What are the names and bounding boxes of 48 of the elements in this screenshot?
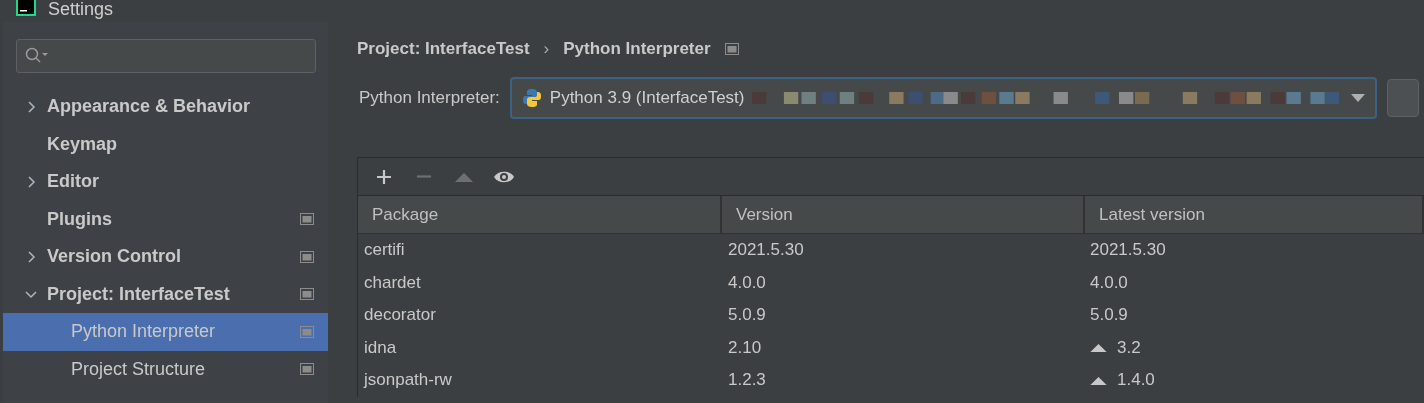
chevron-down-icon[interactable] — [25, 288, 37, 301]
table-cell-text: decorator — [363, 305, 437, 326]
search-field[interactable] — [16, 39, 316, 73]
sidebar-item[interactable]: Python Interpreter — [3, 313, 328, 351]
upgrade-arrow-icon — [1090, 375, 1107, 385]
table-cell-text: 1.2.3 — [727, 370, 767, 391]
column-header[interactable]: Package — [358, 196, 722, 233]
table-cell-text: 4.0.0 — [727, 272, 767, 293]
window-title: Settings — [48, 0, 114, 18]
python-logo-icon — [521, 88, 542, 108]
sidebar-item[interactable]: Editor — [3, 163, 328, 201]
chevron-right-icon[interactable] — [25, 250, 37, 263]
upgrade-arrow-icon — [1090, 343, 1107, 353]
project-scope-icon — [724, 43, 739, 55]
table-cell: 1.4.0 — [1117, 370, 1155, 391]
table-cell: 3.2 — [1117, 337, 1141, 358]
table-cell: 4.0.0 — [1090, 272, 1128, 293]
eye-icon — [493, 169, 515, 184]
breadcrumb-separator: › — [543, 39, 550, 59]
minus-icon — [416, 175, 432, 178]
chevron-right-icon[interactable] — [25, 100, 37, 113]
chevron-right-icon[interactable] — [25, 175, 37, 188]
triangle-up-icon — [455, 171, 473, 182]
table-cell: 5.0.9 — [1090, 305, 1128, 326]
table-cell-text: 2.10 — [727, 337, 763, 358]
sidebar-item[interactable]: Project: InterfaceTest — [3, 275, 328, 313]
column-header[interactable]: Version — [722, 196, 1085, 233]
caret-down-icon — [1350, 94, 1365, 102]
table-cell-text: jsonpath-rw — [362, 370, 453, 391]
column-header[interactable]: Latest version — [1085, 196, 1424, 233]
table-cell-text: certifi — [363, 240, 406, 261]
breadcrumb-item: Project: InterfaceTest — [357, 39, 530, 59]
interpreter-label: Python Interpreter: — [359, 88, 500, 108]
table-cell-text: idna — [363, 337, 398, 358]
sidebar-item[interactable]: Plugins — [3, 200, 328, 238]
sidebar-item[interactable]: Project Structure — [3, 350, 328, 388]
sidebar-item[interactable]: Appearance & Behavior — [3, 88, 328, 126]
sidebar-item[interactable]: Version Control — [3, 238, 328, 276]
table-cell-text: 5.0.9 — [727, 305, 767, 326]
breadcrumb-item: Python Interpreter — [563, 39, 711, 59]
interpreter-dropdown[interactable]: Python 3.9 (InterfaceTest) — [509, 77, 1377, 119]
sidebar-item[interactable]: Keymap — [3, 125, 328, 163]
app-logo-icon — [16, 0, 36, 16]
table-cell-text: chardet — [363, 272, 422, 293]
table-cell: 2021.5.30 — [1090, 240, 1166, 261]
table-cell-text: 2021.5.30 — [727, 240, 805, 261]
search-icon — [25, 47, 49, 65]
plus-icon — [376, 168, 392, 185]
